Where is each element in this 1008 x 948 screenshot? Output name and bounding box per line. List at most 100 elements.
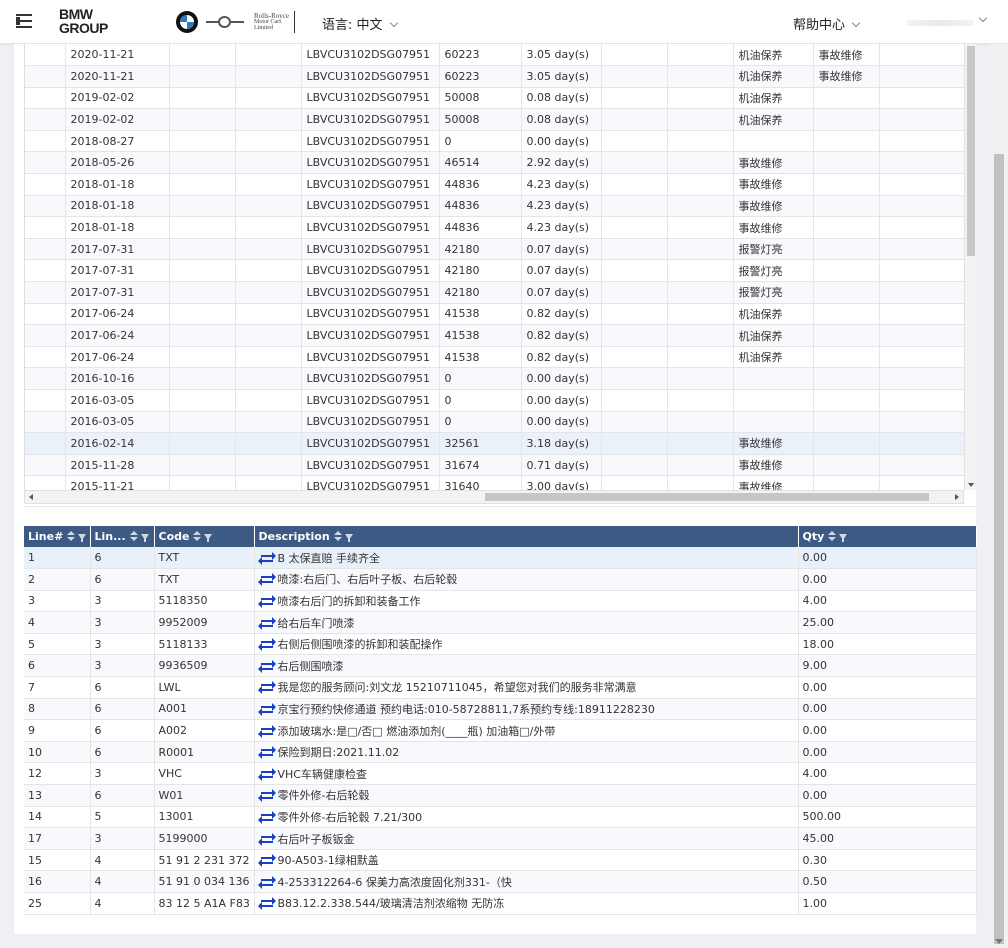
job-line-row[interactable]: 9 6 A002 添加玻璃水:是□/否□ 燃油添加剂(____瓶) 加油箱□/外带 0.… <box>24 719 977 742</box>
swap-arrows-icon[interactable] <box>257 616 276 630</box>
job-line-cell-description: B 太保直赔 手续齐全 <box>254 547 799 570</box>
job-line-row[interactable]: 15 4 51 91 2 231 372 90-A503-1绿相默盖 0.30 <box>24 849 977 872</box>
history-horizontal-scrollbar[interactable] <box>24 490 964 504</box>
swap-arrows-icon[interactable] <box>257 551 276 565</box>
page-vertical-scrollbar[interactable] <box>990 44 1008 948</box>
job-line-cell-line: 9 <box>24 719 91 742</box>
job-line-cell-qty: 4.00 <box>798 762 977 786</box>
history-row[interactable]: 2017-07-31 LBVCU3102DSG07951 42180 0.07 day… <box>25 238 964 261</box>
history-row[interactable]: 2017-06-24 LBVCU3102DSG07951 41538 0.82 day… <box>25 346 964 369</box>
job-line-row[interactable]: 7 6 LWL 我是您的服务顾问:刘文龙 15210711045，希望您对我们的服务非… <box>24 676 977 699</box>
language-selector[interactable]: 语言: 中文 <box>322 14 398 33</box>
column-header-description[interactable]: Description <box>254 526 799 547</box>
scroll-right-arrow-icon[interactable] <box>955 494 959 500</box>
filter-icon[interactable] <box>204 534 213 542</box>
swap-arrows-icon[interactable] <box>257 746 276 760</box>
scroll-down-arrow-icon[interactable] <box>968 483 974 487</box>
scroll-left-arrow-icon[interactable] <box>29 494 33 500</box>
history-cell-empty <box>235 389 302 412</box>
help-center-menu[interactable]: 帮助中心 <box>793 14 861 33</box>
swap-arrows-icon[interactable] <box>257 681 276 695</box>
sort-icon[interactable] <box>67 531 76 541</box>
history-row[interactable]: 2019-02-02 LBVCU3102DSG07951 50008 0.08 day… <box>25 87 964 110</box>
sort-icon[interactable] <box>333 531 342 541</box>
job-line-row[interactable]: 16 4 51 91 0 034 136 4-253312264-6 保美力高浓度固化… <box>24 870 977 893</box>
swap-arrows-icon[interactable] <box>257 594 276 608</box>
swap-arrows-icon[interactable] <box>257 810 276 824</box>
history-row[interactable]: 2020-11-21 LBVCU3102DSG07951 60223 3.05 day… <box>25 44 964 67</box>
swap-arrows-icon[interactable] <box>257 897 276 911</box>
job-line-row[interactable]: 12 3 VHC VHC车辆健康检查 4.00 <box>24 762 977 786</box>
job-line-cell-code: W01 <box>154 784 255 807</box>
column-header-qty[interactable]: Qty <box>798 526 977 547</box>
history-row[interactable]: 2017-06-24 LBVCU3102DSG07951 41538 0.82 day… <box>25 303 964 326</box>
history-row[interactable]: 2016-02-14 LBVCU3102DSG07951 32561 3.18 day… <box>25 432 964 455</box>
history-row[interactable]: 2018-01-18 LBVCU3102DSG07951 44836 4.23 day… <box>25 173 964 196</box>
sort-icon[interactable] <box>129 531 138 541</box>
filter-icon[interactable] <box>839 534 848 542</box>
job-line-row[interactable]: 4 3 9952009 给右后车门喷漆 25.00 <box>24 611 977 634</box>
history-row[interactable]: 2019-02-02 LBVCU3102DSG07951 50008 0.08 day… <box>25 108 964 131</box>
history-cell-empty <box>169 130 236 153</box>
swap-arrows-icon[interactable] <box>257 854 276 868</box>
job-line-row[interactable]: 8 6 A001 京宝行预约快修通道 预约电话:010-58728811,7系预约专线… <box>24 698 977 721</box>
swap-arrows-icon[interactable] <box>257 702 276 716</box>
job-line-row[interactable]: 25 4 83 12 5 A1A F83 B83.12.2.338.544/玻璃清洁剂… <box>24 892 977 915</box>
sort-icon[interactable] <box>828 531 837 541</box>
filter-icon[interactable] <box>344 534 353 542</box>
job-line-row[interactable]: 6 3 9936509 右后侧围喷漆 9.00 <box>24 654 977 678</box>
history-cell-type2 <box>813 130 880 153</box>
history-row[interactable]: 2017-06-24 LBVCU3102DSG07951 41538 0.82 day… <box>25 324 964 347</box>
history-row[interactable]: 2018-01-18 LBVCU3102DSG07951 44836 4.23 day… <box>25 216 964 239</box>
job-line-row[interactable]: 13 6 W01 零件外修-右后轮毂 0.00 <box>24 784 977 807</box>
history-row[interactable]: 2015-11-28 LBVCU3102DSG07951 31674 0.71 day… <box>25 454 964 477</box>
history-row[interactable]: 2017-07-31 LBVCU3102DSG07951 42180 0.07 day… <box>25 259 964 283</box>
page-scrollbar-thumb[interactable] <box>994 154 1004 944</box>
history-row[interactable]: 2018-08-27 LBVCU3102DSG07951 0 0.00 day(s) <box>25 130 964 153</box>
swap-arrows-icon[interactable] <box>257 767 276 781</box>
history-row[interactable]: 2018-01-18 LBVCU3102DSG07951 44836 4.23 day… <box>25 195 964 218</box>
swap-arrows-icon[interactable] <box>257 659 276 673</box>
swap-arrows-icon[interactable] <box>257 832 276 846</box>
history-vertical-scrollbar[interactable] <box>964 44 976 490</box>
scroll-down-arrow-icon[interactable] <box>995 939 1003 944</box>
history-cell-date: 2017-06-24 <box>65 324 170 347</box>
scrollbar-thumb[interactable] <box>967 46 975 256</box>
swap-arrows-icon[interactable] <box>257 724 276 738</box>
menu-icon[interactable] <box>16 13 34 29</box>
history-row[interactable]: 2016-03-05 LBVCU3102DSG07951 0 0.00 day(s) <box>25 411 964 434</box>
history-row[interactable]: 2016-10-16 LBVCU3102DSG07951 0 0.00 day(s) <box>25 367 964 390</box>
filter-icon[interactable] <box>78 534 87 542</box>
history-row[interactable]: 2016-03-05 LBVCU3102DSG07951 0 0.00 day(s) <box>25 389 964 412</box>
brand-line-2: GROUP <box>59 20 108 36</box>
job-line-row[interactable]: 2 6 TXT 喷漆:右后门、右后叶子板、右后轮毂 0.00 <box>24 568 977 591</box>
swap-arrows-icon[interactable] <box>257 789 276 803</box>
history-row[interactable]: 2018-05-26 LBVCU3102DSG07951 46514 2.92 day… <box>25 151 964 175</box>
column-header-lin[interactable]: Lin... <box>90 526 155 547</box>
scrollbar-thumb[interactable] <box>485 493 929 501</box>
column-header-line[interactable]: Line# <box>24 526 91 547</box>
job-line-row[interactable]: 17 3 5199000 右后叶子板钣金 45.00 <box>24 827 977 850</box>
column-header-code[interactable]: Code <box>154 526 255 547</box>
swap-arrows-icon[interactable] <box>257 638 276 652</box>
history-cell-type1: 机油保养 <box>733 44 814 67</box>
user-menu[interactable] <box>900 12 992 32</box>
swap-arrows-icon[interactable] <box>257 573 276 587</box>
job-line-row[interactable]: 14 5 13001 零件外修-右后轮毂 7.21/300 500.00 <box>24 806 977 829</box>
history-cell-empty <box>879 108 964 131</box>
job-line-row[interactable]: 5 3 5118133 右侧后侧围喷漆的拆卸和装配操作 18.00 <box>24 633 977 656</box>
history-cell-vin: LBVCU3102DSG07951 <box>301 367 440 390</box>
job-line-row[interactable]: 1 6 TXT B 太保直赔 手续齐全 0.00 <box>24 547 977 570</box>
job-line-description-text: 给右后车门喷漆 <box>277 616 355 630</box>
job-line-cell-code: 83 12 5 A1A F83 <box>154 892 255 915</box>
filter-icon[interactable] <box>140 534 149 542</box>
history-cell-empty <box>879 281 964 304</box>
history-row[interactable]: 2020-11-21 LBVCU3102DSG07951 60223 3.05 day… <box>25 65 964 88</box>
history-row[interactable]: 2017-07-31 LBVCU3102DSG07951 42180 0.07 day… <box>25 281 964 304</box>
sort-icon[interactable] <box>193 531 202 541</box>
job-line-row[interactable]: 3 3 5118350 喷漆右后门的拆卸和装备工作 4.00 <box>24 590 977 613</box>
swap-arrows-icon[interactable] <box>257 875 276 889</box>
job-line-cell-description: 右后叶子板钣金 <box>254 827 799 850</box>
history-cell-mileage: 0 <box>439 389 522 412</box>
job-line-row[interactable]: 10 6 R0001 保险到期日:2021.11.02 0.00 <box>24 741 977 764</box>
